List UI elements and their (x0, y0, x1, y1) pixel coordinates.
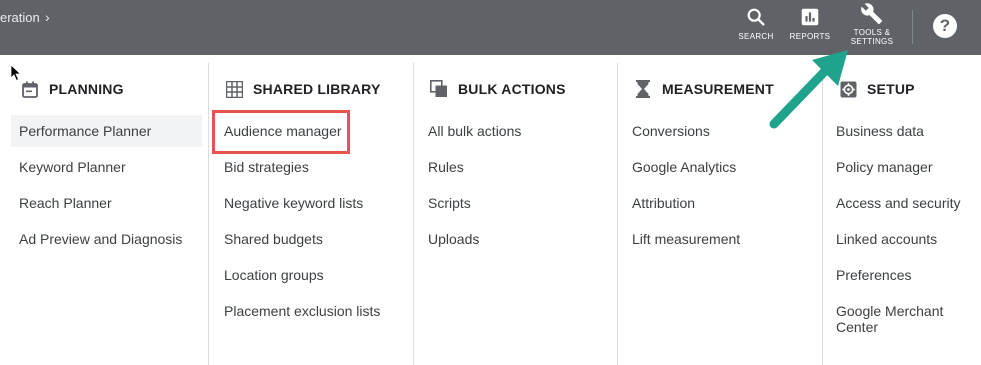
menu-item-all-bulk-actions[interactable]: All bulk actions (428, 123, 521, 139)
menu-item-preferences[interactable]: Preferences (836, 267, 911, 283)
menu-item-google-analytics[interactable]: Google Analytics (632, 159, 736, 175)
menu-item-google-merchant-center[interactable]: Google Merchant Center (836, 303, 943, 335)
chevron-right-icon: › (45, 9, 50, 25)
menu-item-rules[interactable]: Rules (428, 159, 464, 175)
menu-item-bid-strategies[interactable]: Bid strategies (224, 159, 309, 175)
mouse-cursor-icon (10, 64, 22, 82)
menu-item-label-line1: Google Merchant (836, 303, 944, 319)
menu-item-access-and-security[interactable]: Access and security (836, 195, 961, 211)
menu-item-uploads[interactable]: Uploads (428, 231, 479, 247)
measurement-title: MEASUREMENT (662, 81, 774, 97)
shared-library-title: SHARED LIBRARY (253, 81, 381, 97)
menu-item-lift-measurement[interactable]: Lift measurement (632, 231, 740, 247)
planning-header: PLANNING (20, 80, 124, 98)
menu-item-attribution[interactable]: Attribution (632, 195, 695, 211)
measurement-header: MEASUREMENT (633, 80, 774, 98)
menu-item-scripts[interactable]: Scripts (428, 195, 471, 211)
reports-icon (801, 8, 819, 26)
menu-item-linked-accounts[interactable]: Linked accounts (836, 231, 937, 247)
planning-column: PLANNING (0, 63, 208, 365)
menu-item-performance-planner[interactable]: Performance Planner (11, 115, 202, 147)
shared-library-header: SHARED LIBRARY (224, 80, 381, 98)
menu-item-conversions[interactable]: Conversions (632, 123, 710, 139)
menu-item-shared-budgets[interactable]: Shared budgets (224, 231, 323, 247)
menu-item-negative-keyword-lists[interactable]: Negative keyword lists (224, 195, 363, 211)
tools-settings-button[interactable]: TOOLS & SETTINGS (837, 2, 907, 46)
menu-item-label: Performance Planner (19, 123, 152, 139)
hourglass-icon (633, 80, 653, 98)
planning-title: PLANNING (49, 81, 124, 97)
calendar-icon (20, 80, 40, 98)
menu-item-reach-planner[interactable]: Reach Planner (19, 195, 112, 211)
bulk-actions-header: BULK ACTIONS (429, 80, 566, 98)
menu-item-label-line2: Center (836, 319, 879, 335)
copy-icon (429, 80, 449, 98)
reports-label: REPORTS (789, 32, 831, 41)
help-icon[interactable]: ? (933, 14, 957, 38)
grid-icon (224, 80, 244, 98)
menu-item-audience-manager[interactable]: Audience manager (224, 123, 342, 139)
setup-title: SETUP (867, 81, 915, 97)
tools-label-line1: TOOLS & (853, 28, 891, 37)
menu-item-location-groups[interactable]: Location groups (224, 267, 324, 283)
bulk-actions-title: BULK ACTIONS (458, 81, 566, 97)
wrench-icon (861, 3, 882, 24)
menu-item-ad-preview[interactable]: Ad Preview and Diagnosis (19, 231, 182, 247)
breadcrumb[interactable]: eration (0, 10, 40, 25)
search-icon (747, 8, 765, 26)
menu-item-placement-exclusion-lists[interactable]: Placement exclusion lists (224, 303, 380, 319)
menu-item-policy-manager[interactable]: Policy manager (836, 159, 933, 175)
bulk-actions-column: BULK ACTIONS (413, 63, 618, 365)
annotation-arrow-icon (769, 50, 848, 129)
topbar-divider (912, 10, 913, 44)
menu-item-keyword-planner[interactable]: Keyword Planner (19, 159, 126, 175)
shared-library-column: SHARED LIBRARY (208, 63, 413, 365)
